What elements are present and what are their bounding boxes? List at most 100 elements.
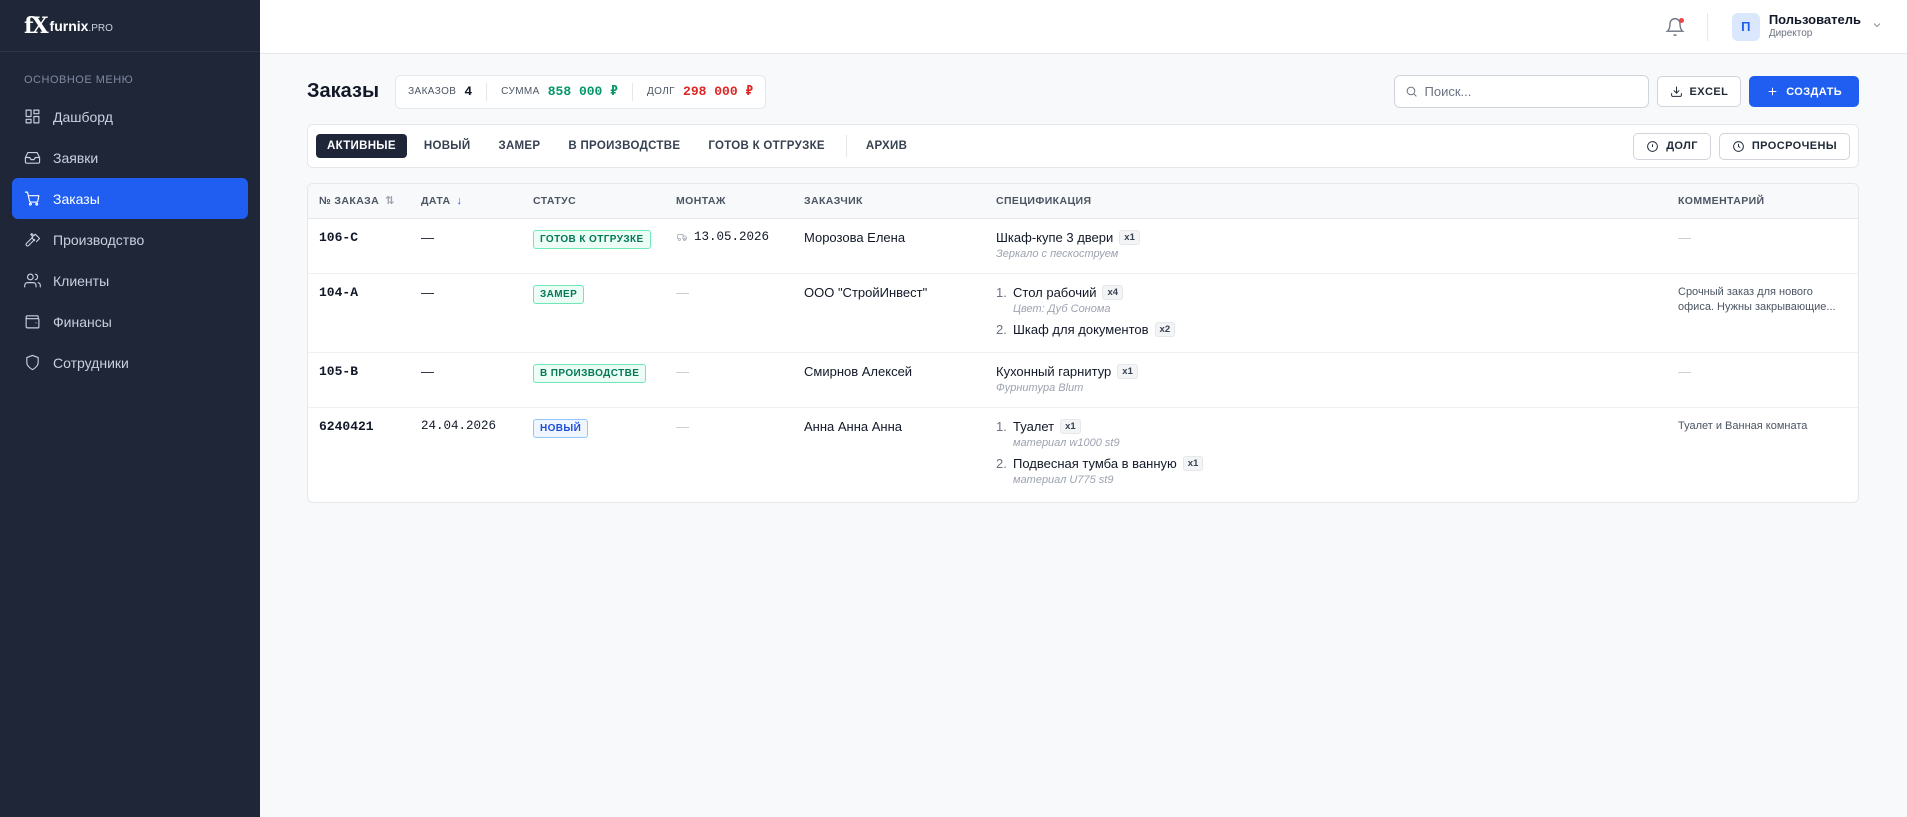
sidebar-item-requests[interactable]: Заявки [12, 137, 248, 178]
sidebar-item-clients[interactable]: Клиенты [12, 260, 248, 301]
spec-note: Цвет: Дуб Сонома [1013, 302, 1111, 315]
logo[interactable]: fX furnix.PRO [0, 0, 260, 52]
hammer-icon [25, 232, 41, 247]
avatar[interactable]: П [1731, 12, 1760, 41]
filter-debt-button[interactable]: ДОЛГ [1633, 132, 1711, 160]
table-row[interactable]: 105-В — В ПРОИЗВОДСТВЕ — Смирнов Алексей… [308, 352, 1858, 408]
spec-name: Шкаф для документов [1013, 321, 1149, 337]
spec-index: 2. [996, 455, 1007, 471]
order-customer: Смирнов Алексей [793, 352, 985, 408]
qty-badge: x2 [1154, 321, 1176, 337]
spec-item: 1. Туалет x1 [996, 418, 1656, 434]
tab-new[interactable]: НОВЫЙ [413, 134, 482, 158]
menu-section-title: ОСНОВНОЕ МЕНЮ [24, 74, 134, 86]
content: Заказы ЗАКАЗОВ 4 СУММА 858 000 ₽ ДОЛГ 29… [260, 54, 1907, 503]
stat-value: 858 000 ₽ [547, 84, 618, 99]
search-input[interactable] [1424, 84, 1625, 99]
order-mount: — [665, 352, 793, 408]
tab-archive[interactable]: АРХИВ [855, 134, 918, 158]
order-customer: Анна Анна Анна [804, 418, 903, 434]
stat-orders: ЗАКАЗОВ 4 [408, 84, 472, 99]
filter-overdue-button[interactable]: ПРОСРОЧЕНЫ [1718, 132, 1850, 160]
divider [1706, 12, 1708, 41]
divider [486, 82, 488, 101]
order-date: — [410, 352, 522, 408]
order-date: 24.04.2026 [421, 418, 497, 433]
header-actions: EXCEL СОЗДАТЬ [1393, 75, 1859, 108]
order-spec: 1. Туалет x1 материал w1000 st9 2. Подвесна… [985, 407, 1667, 502]
user-menu[interactable]: Пользователь Директор [1769, 12, 1861, 39]
order-comment: — [1667, 352, 1858, 408]
order-number[interactable]: 105-В [308, 352, 410, 408]
sidebar-item-finance[interactable]: Финансы [12, 301, 248, 342]
spec-index: 1. [996, 284, 1007, 300]
qty-badge: x4 [1102, 284, 1124, 300]
sidebar-item-dashboard[interactable]: Дашборд [12, 96, 248, 137]
search-box[interactable] [1393, 75, 1649, 108]
quick-filters: ДОЛГ ПРОСРОЧЕНЫ [1625, 132, 1850, 160]
order-comment: Туалет и Ванная комната [1678, 419, 1808, 432]
chevron-down-icon[interactable] [1871, 18, 1883, 36]
create-order-button[interactable]: СОЗДАТЬ [1749, 76, 1859, 107]
download-icon [1670, 86, 1682, 97]
truck-icon [677, 233, 687, 241]
order-number[interactable]: 104-А [308, 273, 410, 353]
table-row[interactable]: 104-А — ЗАМЕР — ООО "СтройИнвест" 1. Стол… [308, 273, 1858, 353]
sidebar-item-label: Дашборд [53, 108, 113, 125]
column-header-mount: МОНТАЖ [665, 184, 793, 219]
sort-icon[interactable]: ⇅ [385, 195, 395, 207]
order-number[interactable]: 106-С [308, 218, 410, 274]
spec-item: 2. Подвесная тумба в ванную x1 [996, 455, 1656, 471]
notifications-button[interactable] [1665, 17, 1685, 37]
sidebar-item-orders[interactable]: Заказы [12, 178, 248, 219]
clock-icon [1733, 140, 1744, 152]
sidebar-item-production[interactable]: Производство [12, 219, 248, 260]
order-number[interactable]: 6240421 [308, 407, 410, 502]
order-mount: 13.05.2026 [665, 218, 793, 274]
table-header-row: № ЗАКАЗА ⇅ ДАТА ↓ СТАТУС МОНТАЖ ЗАКАЗЧИК С… [308, 184, 1858, 219]
spec-note: материал U775 st9 [1013, 473, 1114, 486]
topbar: П Пользователь Директор [260, 0, 1907, 54]
stat-debt: ДОЛГ 298 000 ₽ [647, 84, 753, 99]
sidebar-item-label: Производство [53, 231, 145, 248]
shield-icon [26, 354, 39, 371]
tab-in-production[interactable]: В ПРОИЗВОДСТВЕ [557, 134, 691, 158]
users-icon [24, 273, 41, 288]
spec-index: 1. [996, 418, 1007, 434]
main: П Пользователь Директор Заказы ЗАКАЗОВ 4… [260, 0, 1907, 817]
qty-badge: x1 [1060, 418, 1081, 434]
status-badge: ЗАМЕР [533, 284, 585, 304]
arrow-down-icon[interactable]: ↓ [456, 195, 462, 207]
sidebar-item-label: Сотрудники [53, 354, 129, 371]
sidebar-item-staff[interactable]: Сотрудники [12, 342, 248, 383]
column-header-date[interactable]: ДАТА ↓ [410, 184, 522, 219]
qty-badge: x1 [1117, 363, 1138, 379]
table-row[interactable]: 6240421 24.04.2026 НОВЫЙ — Анна Анна Анн… [308, 407, 1858, 502]
spec-index: 2. [996, 321, 1007, 337]
mount-date: 13.05.2026 [676, 230, 782, 244]
sidebar-item-label: Клиенты [53, 272, 110, 289]
order-customer: Морозова Елена [793, 218, 985, 274]
table-row[interactable]: 106-С — ГОТОВ К ОТГРУЗКЕ 13.05.2026 Моро… [308, 218, 1858, 274]
excel-export-button[interactable]: EXCEL [1656, 76, 1742, 107]
sidebar-item-label: Финансы [53, 313, 112, 330]
order-status: ГОТОВ К ОТГРУЗКЕ [522, 218, 665, 274]
order-status: В ПРОИЗВОДСТВЕ [522, 352, 665, 408]
button-label: СОЗДАТЬ [1786, 85, 1842, 98]
tab-active[interactable]: АКТИВНЫЕ [316, 134, 407, 158]
inbox-icon [24, 151, 41, 164]
spec-name: Стол рабочий [1013, 284, 1097, 300]
spec-item: 1. Стол рабочий x4 [996, 284, 1656, 300]
brand-name: furnix [49, 17, 89, 34]
button-label: ПРОСРОЧЕНЫ [1751, 140, 1837, 152]
tab-ready-to-ship[interactable]: ГОТОВ К ОТГРУЗКЕ [697, 134, 836, 158]
order-mount: — [676, 418, 689, 434]
tab-measurement[interactable]: ЗАМЕР [487, 134, 551, 158]
stat-sum: СУММА 858 000 ₽ [501, 84, 618, 99]
spec-name: Шкаф-купе 3 двери [996, 229, 1114, 245]
column-header-number[interactable]: № ЗАКАЗА ⇅ [308, 184, 410, 219]
stat-label: ЗАКАЗОВ [408, 86, 457, 97]
order-mount: — [665, 273, 793, 353]
divider [631, 82, 633, 101]
spec-name: Туалет [1013, 418, 1055, 434]
